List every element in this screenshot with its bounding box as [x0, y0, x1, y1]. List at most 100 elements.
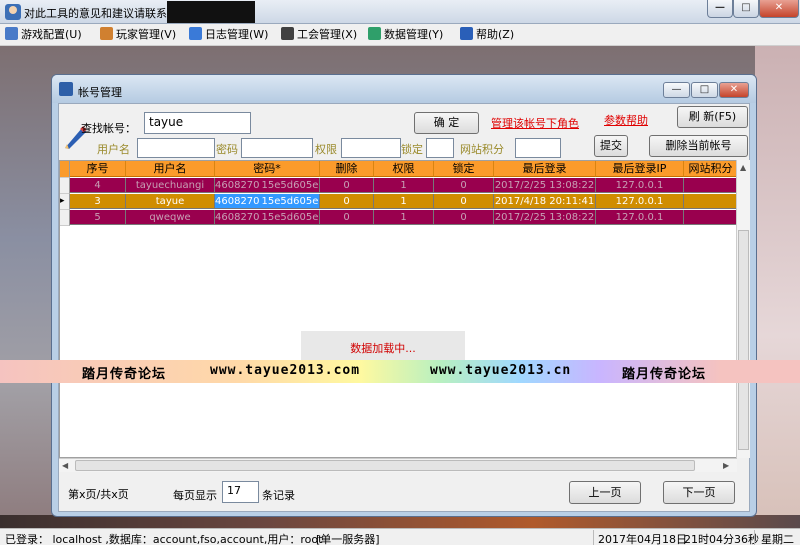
row-header[interactable] — [60, 178, 70, 194]
cell-password[interactable]: 4608270 15e5d605ed4 — [215, 194, 320, 209]
column-header[interactable]: 权限 — [374, 161, 434, 177]
forum-watermark-banner: 踏月传奇论坛 www.tayue2013.com www.tayue2013.c… — [0, 360, 800, 383]
gear-icon — [5, 27, 18, 40]
search-label: 查找帐号： — [81, 122, 136, 135]
data-icon — [368, 27, 381, 40]
minimize-button[interactable]: — — [707, 0, 733, 18]
user-icon — [59, 82, 73, 96]
app-user-icon — [5, 4, 21, 20]
menu-item-1[interactable]: 玩家管理(V) — [100, 27, 176, 43]
banner-url-2: www.tayue2013.cn — [430, 363, 572, 378]
horizontal-scrollbar[interactable]: ◀ ▶ — [59, 458, 737, 472]
banner-forum-right: 踏月传奇论坛 — [622, 367, 707, 382]
log-icon — [189, 27, 202, 40]
cell-locked[interactable]: 0 — [434, 210, 494, 225]
wrench-icon — [100, 27, 113, 40]
cell-deleted[interactable]: 0 — [320, 194, 374, 209]
guild-icon — [281, 27, 294, 40]
maximize-button[interactable]: □ — [733, 0, 759, 18]
prev-page-button[interactable]: 上一页 — [569, 481, 641, 504]
per-page-label: 每页显示 — [173, 489, 217, 502]
column-header[interactable]: 删除 — [320, 161, 374, 177]
column-header[interactable]: 网站积分 — [684, 161, 736, 177]
column-header[interactable]: 最后登录 — [494, 161, 596, 177]
close-button[interactable]: ✕ — [759, 0, 799, 18]
search-input[interactable]: tayue — [144, 112, 251, 134]
username-input[interactable] — [137, 138, 215, 158]
current-row-marker-icon[interactable]: ▸ — [60, 194, 70, 210]
menu-item-5[interactable]: 帮助(Z) — [460, 27, 514, 43]
cell-id[interactable]: 5 — [70, 210, 126, 225]
cell-id[interactable]: 3 — [70, 194, 126, 209]
cell-permission[interactable]: 1 — [374, 194, 434, 209]
menu-item-3[interactable]: 工会管理(X) — [281, 27, 357, 43]
menu-item-label: 玩家管理(V) — [116, 28, 177, 41]
cell-locked[interactable]: 0 — [434, 178, 494, 193]
status-divider-2 — [754, 530, 755, 545]
dialog-title: 帐号管理 — [78, 86, 122, 99]
row-header[interactable] — [60, 210, 70, 226]
scroll-right-arrow-icon[interactable]: ▶ — [723, 461, 729, 470]
corner-header — [60, 161, 70, 178]
menu-item-label: 工会管理(X) — [297, 28, 358, 41]
password-label: 密码 — [216, 143, 238, 156]
scroll-left-arrow-icon[interactable]: ◀ — [62, 461, 68, 470]
per-page-input[interactable]: 17 — [222, 481, 259, 503]
lock-input[interactable] — [426, 138, 454, 158]
permission-input[interactable] — [341, 138, 401, 158]
account-management-dialog: 帐号管理 — □ ✕ 查找帐号： tayue 确 定 管理该帐号下角色 参数帮助… — [51, 74, 757, 517]
refresh-button[interactable]: 刷 新(F5) — [677, 106, 748, 128]
cell-password[interactable]: 4608270 15e5d605ed4 — [215, 210, 320, 225]
column-header[interactable]: 最后登录IP — [596, 161, 684, 177]
cell-points[interactable] — [684, 194, 736, 209]
cell-username[interactable]: tayue — [126, 194, 215, 209]
menu-item-2[interactable]: 日志管理(W) — [189, 27, 268, 43]
column-header[interactable]: 用户名 — [126, 161, 215, 177]
permission-label: 权限 — [315, 143, 337, 156]
cell-password[interactable]: 4608270 15e5d605ed4 — [215, 178, 320, 193]
dialog-titlebar: 帐号管理 — □ ✕ — [52, 75, 756, 103]
cell-deleted[interactable]: 0 — [320, 210, 374, 225]
page-info: 第x页/共x页 — [68, 488, 129, 501]
menu-item-label: 游戏配置(U) — [21, 28, 82, 41]
scroll-up-arrow-icon[interactable]: ▲ — [740, 163, 746, 172]
next-page-button[interactable]: 下一页 — [663, 481, 735, 504]
column-header[interactable]: 锁定 — [434, 161, 494, 177]
scroll-thumb[interactable] — [738, 230, 749, 450]
cell-id[interactable]: 4 — [70, 178, 126, 193]
param-help-link[interactable]: 参数帮助 — [604, 112, 648, 128]
cell-last_ip[interactable]: 127.0.0.1 — [596, 178, 684, 193]
confirm-button[interactable]: 确 定 — [414, 112, 479, 134]
vertical-scrollbar[interactable]: ▲ — [736, 160, 750, 458]
cell-locked[interactable]: 0 — [434, 194, 494, 209]
cell-last_ip[interactable]: 127.0.0.1 — [596, 194, 684, 209]
delete-account-button[interactable]: 删除当前帐号 — [649, 135, 748, 157]
status-time: 21时04分36秒 — [684, 533, 759, 545]
cell-points[interactable] — [684, 178, 736, 193]
cell-permission[interactable]: 1 — [374, 210, 434, 225]
menu-item-0[interactable]: 游戏配置(U) — [5, 27, 82, 43]
cell-username[interactable]: tayuechuangi — [126, 178, 215, 193]
password-input[interactable] — [241, 138, 313, 158]
dialog-minimize-button[interactable]: — — [663, 82, 690, 98]
cell-last_login[interactable]: 2017/2/25 13:08:22 — [494, 210, 596, 225]
cell-last_login[interactable]: 2017/2/25 13:08:22 — [494, 178, 596, 193]
submit-button[interactable]: 提交 — [594, 135, 628, 157]
cell-permission[interactable]: 1 — [374, 178, 434, 193]
dialog-close-button[interactable]: ✕ — [719, 82, 749, 98]
column-header[interactable]: 序号 — [70, 161, 126, 177]
cell-deleted[interactable]: 0 — [320, 178, 374, 193]
scroll-h-thumb[interactable] — [75, 460, 695, 471]
cell-points[interactable] — [684, 210, 736, 225]
menu-item-4[interactable]: 数据管理(Y) — [368, 27, 443, 43]
points-input[interactable] — [515, 138, 561, 158]
accounts-table: 序号 用户名 密码* 删除 权限 锁定 最后登录 最后登录IP 网站积分 4 tayuechuan… — [59, 160, 737, 458]
cell-username[interactable]: qweqwe — [126, 210, 215, 225]
cell-last_login[interactable]: 2017/4/18 20:11:41 — [494, 194, 596, 209]
banner-forum-left: 踏月传奇论坛 — [82, 367, 167, 382]
manage-roles-link[interactable]: 管理该帐号下角色 — [491, 115, 579, 131]
dialog-maximize-button[interactable]: □ — [691, 82, 718, 98]
column-header[interactable]: 密码* — [215, 161, 320, 177]
window-titlebar: 对此工具的意见和建议请联系 — □ ✕ — [0, 0, 800, 24]
cell-last_ip[interactable]: 127.0.0.1 — [596, 210, 684, 225]
